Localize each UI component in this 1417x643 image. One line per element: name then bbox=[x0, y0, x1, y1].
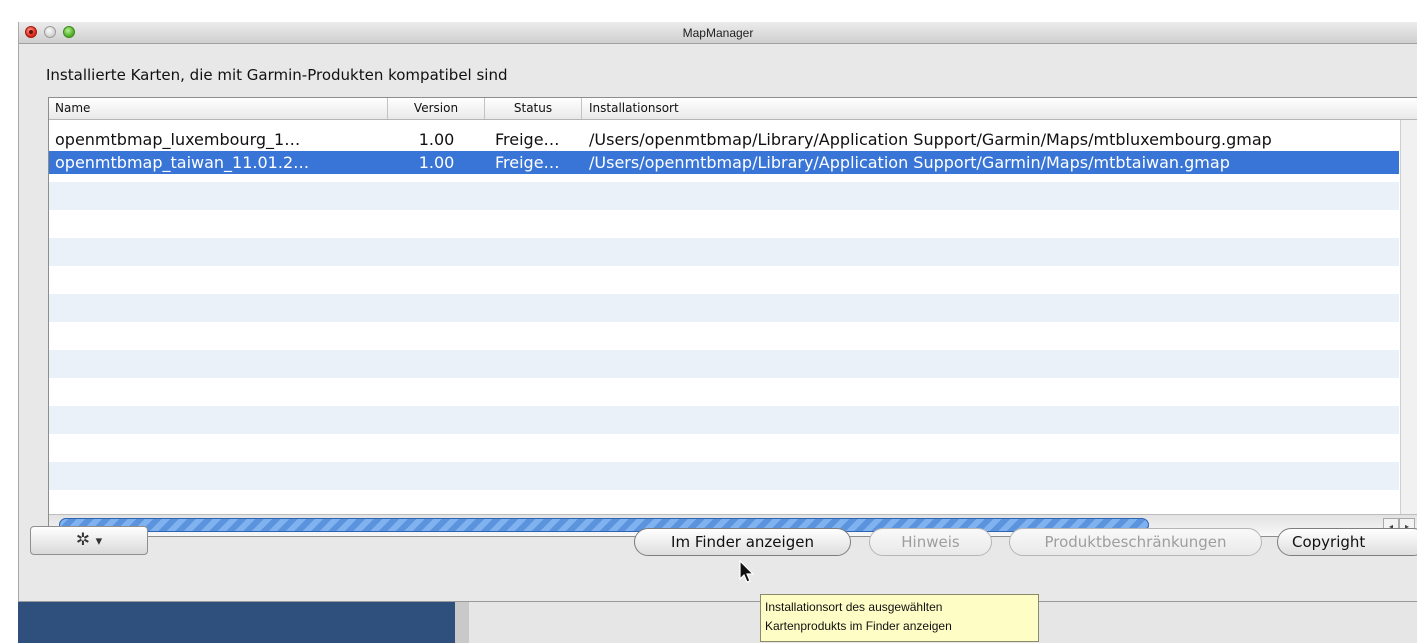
table-row-selected[interactable]: openmtbmap_taiwan_11.01.2… 1.00 Freige… … bbox=[49, 151, 1399, 174]
empty-row-stripe bbox=[49, 182, 1399, 210]
copyright-button[interactable]: Copyright bbox=[1277, 528, 1417, 556]
tooltip: Installationsort des ausgewählten Karten… bbox=[760, 594, 1039, 642]
background-sidebar bbox=[18, 600, 455, 643]
empty-row-stripe bbox=[49, 406, 1399, 434]
cell-status: Freige… bbox=[495, 153, 560, 172]
cell-name: openmtbmap_taiwan_11.01.2… bbox=[55, 153, 310, 172]
table-row[interactable]: openmtbmap_luxembourg_1… 1.00 Freige… /U… bbox=[49, 128, 1399, 151]
cell-location: /Users/openmtbmap/Library/Application Su… bbox=[589, 130, 1272, 149]
column-header-name[interactable]: Name bbox=[49, 98, 388, 119]
cell-version: 1.00 bbox=[418, 130, 455, 149]
vertical-scrollbar[interactable] bbox=[1400, 120, 1417, 514]
empty-row-stripe bbox=[49, 294, 1399, 322]
cell-version: 1.00 bbox=[418, 153, 455, 172]
show-in-finder-button[interactable]: Im Finder anzeigen bbox=[634, 528, 851, 556]
product-restrictions-button[interactable]: Produktbeschränkungen bbox=[1009, 528, 1262, 556]
cell-name: openmtbmap_luxembourg_1… bbox=[55, 130, 301, 149]
maps-table: Name Version Status Installationsort ope… bbox=[48, 97, 1417, 537]
table-header: Name Version Status Installationsort bbox=[49, 98, 1417, 120]
column-header-version[interactable]: Version bbox=[388, 98, 485, 119]
title-bar[interactable]: MapManager bbox=[19, 22, 1417, 44]
chevron-down-icon: ▾ bbox=[95, 534, 103, 549]
mapmanager-window: MapManager Installierte Karten, die mit … bbox=[18, 22, 1417, 602]
tooltip-line: Kartenprodukts im Finder anzeigen bbox=[765, 619, 952, 633]
background-divider bbox=[455, 600, 469, 643]
empty-row-stripe bbox=[49, 238, 1399, 266]
action-menu-button[interactable]: ✲ ▾ bbox=[30, 526, 148, 555]
tooltip-line: Installationsort des ausgewählten bbox=[765, 600, 943, 614]
column-header-location[interactable]: Installationsort bbox=[582, 98, 1417, 119]
column-header-status[interactable]: Status bbox=[485, 98, 582, 119]
empty-row-stripe bbox=[49, 462, 1399, 490]
page-heading: Installierte Karten, die mit Garmin-Prod… bbox=[46, 66, 508, 84]
gear-icon: ✲ bbox=[75, 530, 91, 550]
cell-status: Freige… bbox=[495, 130, 560, 149]
window-title: MapManager bbox=[682, 26, 754, 40]
table-body: openmtbmap_luxembourg_1… 1.00 Freige… /U… bbox=[49, 120, 1399, 514]
hint-button[interactable]: Hinweis bbox=[869, 528, 992, 556]
cell-location: /Users/openmtbmap/Library/Application Su… bbox=[589, 153, 1230, 172]
empty-row-stripe bbox=[49, 350, 1399, 378]
background-top bbox=[0, 0, 1417, 20]
